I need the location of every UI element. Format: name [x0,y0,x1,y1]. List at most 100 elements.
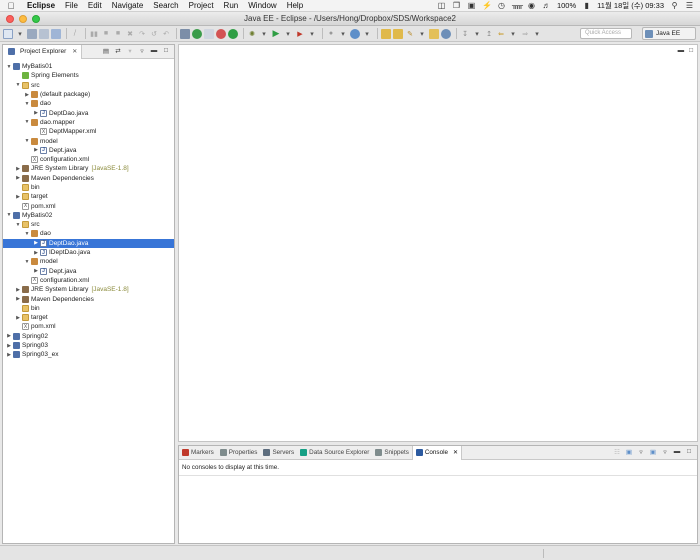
pen-dropdown-icon[interactable]: ▾ [417,29,427,39]
collapsed-arrow-icon[interactable]: ▶ [33,147,39,153]
menu-edit[interactable]: Edit [83,1,107,10]
debug-dropdown-icon[interactable]: ▾ [259,29,269,39]
tree-item[interactable]: X DeptMapper.xml [3,127,174,136]
tree-item[interactable]: ▶ Maven Dependencies [3,294,174,303]
menu-help[interactable]: Help [282,1,308,10]
back-dropdown-icon[interactable]: ▾ [508,29,518,39]
wifi-icon[interactable]: ◉ [527,1,536,10]
step-into-icon[interactable]: ↷ [137,29,147,39]
screen-icon[interactable]: ▣ [467,1,476,10]
pin-console-icon[interactable]: ☷ [613,448,621,456]
copy-icon[interactable]: ❐ [452,1,461,10]
tree-item[interactable]: ▶ JRE System Library [JavaSE-1.8] [3,164,174,173]
refresh-icon[interactable] [228,28,238,39]
dropbox-icon[interactable]: ◫ [437,1,446,10]
tree-item[interactable]: bin [3,183,174,192]
tree-item[interactable]: ▶ Spring02 [3,332,174,341]
globe-icon[interactable] [441,28,451,39]
skip-breakpoints-icon[interactable]: ⧸ [70,29,80,39]
expanded-arrow-icon[interactable]: ▼ [24,259,30,265]
collapsed-arrow-icon[interactable]: ▶ [6,343,12,349]
collapsed-arrow-icon[interactable]: ▶ [15,315,21,321]
collapsed-arrow-icon[interactable]: ▶ [15,166,21,172]
lightning-icon[interactable]: ⚡ [482,1,492,10]
tree-item[interactable]: ▶ J IDeptDao.java [3,248,174,257]
resume-icon[interactable]: ▮▮ [89,29,99,39]
expanded-arrow-icon[interactable]: ▼ [15,222,21,228]
maximize-icon[interactable]: □ [685,448,693,456]
tab-console[interactable]: Console ✕ [411,445,463,460]
suspend-icon[interactable]: ■ [101,29,111,39]
tree-item[interactable]: ▶ J DeptDao.java [3,238,174,248]
tree-item[interactable]: ▶ J DeptDao.java [3,108,174,117]
volume-icon[interactable]: ♬ [542,1,551,10]
battery-icon[interactable]: ▮ [582,1,591,10]
view-menu-icon[interactable]: ▾ [126,47,134,55]
server-start-icon[interactable] [192,28,202,39]
notification-center-icon[interactable]: ☰ [685,1,694,10]
next-annotation-icon[interactable]: ↧ [460,29,470,39]
server-icon[interactable] [180,28,190,39]
expanded-arrow-icon[interactable]: ▼ [6,212,12,218]
search-dropdown-icon[interactable]: ▾ [338,29,348,39]
debug-icon[interactable]: ✺ [247,29,257,39]
tree-item[interactable]: ▼ MyBatis01 [3,62,174,71]
step-return-icon[interactable]: ↶ [161,29,171,39]
tree-item[interactable]: ▼ MyBatis02 [3,211,174,220]
editor-area[interactable]: ▬ □ [178,44,698,442]
expanded-arrow-icon[interactable]: ▼ [24,119,30,125]
tree-item[interactable]: ▼ model [3,136,174,145]
search-toolbar-icon[interactable]: ● [326,29,336,39]
menu-run[interactable]: Run [219,1,244,10]
tree-item[interactable]: ▶ Spring03 [3,341,174,350]
perspective-switcher[interactable]: Java EE [642,27,696,40]
tab-snippets[interactable]: Snippets [372,446,412,460]
tree-item[interactable]: Xconfiguration.xml [3,276,174,285]
collapsed-arrow-icon[interactable]: ▶ [33,110,39,116]
open-icon[interactable]: ▾ [15,29,25,39]
spring-icon[interactable] [216,28,226,39]
prev-annotation-icon[interactable]: ↥ [484,29,494,39]
collapsed-arrow-icon[interactable]: ▶ [6,352,12,358]
collapsed-arrow-icon[interactable]: ▶ [15,175,21,181]
menu-app-eclipse[interactable]: Eclipse [22,1,60,10]
tree-item[interactable]: Xpom.xml [3,201,174,210]
bluetooth-icon[interactable]: ᚅ [512,1,523,10]
collapsed-arrow-icon[interactable]: ▶ [33,268,39,274]
pen-icon[interactable]: ✎ [405,29,415,39]
menu-search[interactable]: Search [148,1,183,10]
tree-item[interactable]: ▼ dao [3,99,174,108]
tree-item[interactable]: ▶ J Dept.java [3,267,174,276]
minimize-icon[interactable]: ▬ [678,47,685,54]
apple-icon[interactable]:  [0,1,22,11]
new-class-dropdown-icon[interactable]: ▾ [362,29,372,39]
collapsed-arrow-icon[interactable]: ▶ [15,287,21,293]
link-with-editor-icon[interactable]: ⇄ [114,47,122,55]
tree-item[interactable]: Xconfiguration.xml [3,155,174,164]
disconnect-icon[interactable]: ✖ [125,29,135,39]
expanded-arrow-icon[interactable]: ▼ [24,138,30,144]
menu-file[interactable]: File [60,1,83,10]
tree-item[interactable]: ▶ target [3,313,174,322]
expanded-arrow-icon[interactable]: ▼ [15,82,21,88]
open-console-dropdown-icon[interactable]: ▿ [661,448,669,456]
display-console-icon[interactable]: ▣ [625,448,633,456]
save-all-icon[interactable] [39,28,49,39]
external-tools-dropdown-icon[interactable]: ▾ [307,29,317,39]
new-class-icon[interactable] [350,28,360,39]
tree-item[interactable]: ▼ dao [3,229,174,238]
open-type-icon[interactable] [381,28,391,39]
next-annotation-dropdown-icon[interactable]: ▾ [472,29,482,39]
spotlight-search-icon[interactable]: ⚲ [670,1,679,10]
run-dropdown-icon[interactable]: ▾ [283,29,293,39]
print-icon[interactable] [51,28,61,39]
tree-item[interactable]: ▶ JRE System Library [JavaSE-1.8] [3,285,174,294]
tree-item[interactable]: ▶ Spring03_ex [3,350,174,359]
close-icon[interactable]: ✕ [453,449,458,456]
tree-item[interactable]: Spring Elements [3,71,174,80]
tree-item[interactable]: ▶ (default package) [3,90,174,99]
tab-project-explorer[interactable]: Project Explorer ✕ [3,44,83,59]
menu-project[interactable]: Project [184,1,219,10]
collapsed-arrow-icon[interactable]: ▶ [33,250,39,256]
collapsed-arrow-icon[interactable]: ▶ [24,92,30,98]
